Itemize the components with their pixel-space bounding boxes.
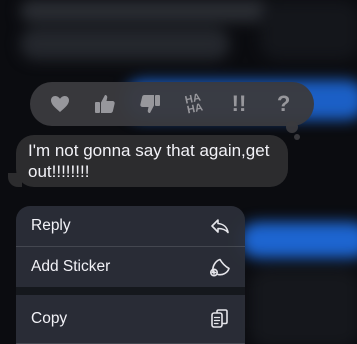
- menu-item-label: Copy: [31, 310, 68, 327]
- thumbs-up-icon: [94, 95, 115, 113]
- menu-item-copy[interactable]: Copy: [16, 295, 245, 343]
- tapback-haha-button[interactable]: HA HA: [176, 86, 212, 122]
- tapback-thumbs-up-button[interactable]: [87, 86, 123, 122]
- blurred-bubble: [250, 268, 357, 344]
- tapback-bar: HA HA !! ?: [30, 82, 314, 126]
- heart-icon: [51, 96, 70, 112]
- tapback-emphasize-button[interactable]: !!: [221, 86, 257, 122]
- tapback-tail-dot-small: [294, 134, 300, 140]
- copy-icon: [209, 308, 231, 330]
- question-icon: ?: [276, 91, 291, 116]
- haha-icon: HA HA: [184, 92, 205, 117]
- emphasize-icon: !!: [231, 91, 247, 116]
- menu-section-separator: [16, 287, 245, 295]
- blurred-bubble: [260, 0, 357, 60]
- screen: HA HA !! ? I'm not gonna say that again,…: [0, 0, 357, 344]
- tapback-tail-dot: [286, 121, 298, 133]
- context-menu: Reply Add Sticker Copy: [16, 206, 245, 344]
- blurred-bubble: [20, 0, 270, 22]
- tapback-heart-button[interactable]: [42, 86, 78, 122]
- haha-label-bottom: HA: [186, 101, 205, 117]
- reply-arrow-icon: [209, 215, 231, 237]
- menu-item-add-sticker[interactable]: Add Sticker: [16, 247, 245, 287]
- menu-item-reply[interactable]: Reply: [16, 206, 245, 246]
- tapback-thumbs-down-button[interactable]: [132, 86, 168, 122]
- menu-item-label: Add Sticker: [31, 258, 111, 275]
- sticker-icon: [209, 256, 231, 278]
- message-text: I'm not gonna say that again,get out!!!!…: [28, 141, 270, 181]
- message-bubble[interactable]: I'm not gonna say that again,get out!!!!…: [16, 135, 288, 187]
- blurred-bubble: [20, 28, 230, 60]
- menu-item-label: Reply: [31, 217, 71, 234]
- thumbs-down-icon: [139, 95, 160, 113]
- blurred-bubble: [240, 222, 357, 258]
- tapback-question-button[interactable]: ?: [266, 86, 302, 122]
